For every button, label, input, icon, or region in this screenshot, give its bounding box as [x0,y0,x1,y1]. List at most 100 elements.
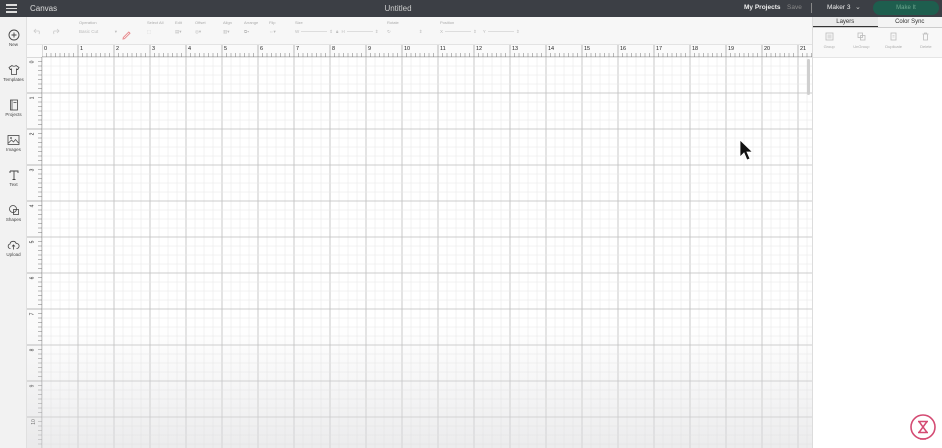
vertical-scrollbar[interactable] [807,59,810,95]
size-stepper[interactable]: ⇕ [375,29,379,35]
sidebar-item-upload[interactable]: Upload [0,239,27,257]
trash-icon [922,32,929,41]
rotate-stepper[interactable]: ⇕ [419,29,423,35]
delete-label: Delete [920,44,932,49]
pen-icon [122,31,131,40]
size-w-input[interactable] [301,31,328,32]
offset-label: Offset [195,20,206,25]
mouse-pointer-icon [739,139,752,161]
left-sidebar: New Templates Projects Images Text Shape… [0,17,27,448]
sidebar-item-label: Projects [5,112,22,117]
tab-layers[interactable]: Layers [813,17,878,27]
size-stepper[interactable]: ⇕ [329,29,333,35]
group-label: Group [823,44,835,49]
size-w-label: W [295,29,300,34]
position-y-input[interactable] [487,31,514,32]
book-icon [9,99,18,111]
operation-group: Operation Basic Cut ▾ [79,20,117,36]
horizontal-ruler: 0 1 2 3 4 5 6 7 8 9 10 11 12 13 14 15 16 17 18 19 20 21 [42,45,812,57]
chevron-down-icon[interactable]: ⌄ [855,3,861,11]
sidebar-item-label: Templates [3,77,24,82]
arrange-group: Arrange ⧉▾ [244,20,258,36]
redo-icon[interactable] [50,27,61,35]
rotate-field[interactable]: ↻ ⇕ [387,27,423,36]
make-it-button[interactable]: Make It [873,1,939,15]
align-label: Align [223,20,232,25]
rotate-label: Rotate [387,20,399,25]
size-fields: W ⇕ 🔒︎ H ⇕ [295,27,378,36]
sidebar-item-label: Upload [6,252,21,257]
operation-value: Basic Cut [79,29,99,34]
sidebar-item-templates[interactable]: Templates [0,64,27,82]
image-icon [7,135,20,145]
divider [811,3,812,13]
flip-label: Flip [269,20,276,25]
undo-icon[interactable] [33,27,43,35]
position-label: Position [440,20,455,25]
offset-button[interactable]: ◎▾ [195,27,206,36]
position-x-label: X [440,29,444,34]
ungroup-button[interactable]: UnGroup [845,28,877,57]
edit-group: Edit ▤▾ [175,20,182,36]
design-canvas[interactable]: 0 1 2 3 4 5 6 7 8 9 10 11 12 13 14 15 16 17 18 19 20 21 01234… [27,45,812,448]
edit-dropdown[interactable]: ▤▾ [175,27,182,36]
ungroup-label: UnGroup [853,44,870,49]
size-h-input[interactable] [346,31,373,32]
edit-toolbar: Operation Basic Cut ▾ Select All ⬚ Edit … [27,17,812,45]
operation-select[interactable]: Basic Cut ▾ [79,27,117,36]
sidebar-item-text[interactable]: Text [0,169,27,187]
sidebar-item-label: New [8,42,18,47]
vertical-ruler: 0 1 2 3 4 5 6 7 8 9 10 [27,57,42,448]
align-group: Align ▥▾ [223,20,232,36]
sidebar-item-new[interactable]: New [0,29,27,47]
my-projects-link[interactable]: My Projects [744,4,781,11]
sidebar-item-label: Shapes [5,217,22,222]
arrange-dropdown[interactable]: ⧉▾ [244,27,258,36]
duplicate-button[interactable]: Duplicate [878,28,910,57]
size-group: Size W ⇕ 🔒︎ H ⇕ [295,20,378,36]
pen-color-swatch[interactable] [122,27,131,45]
delete-button[interactable]: Delete [910,28,942,57]
top-bar: Canvas Untitled My Projects Save Maker 3… [0,0,942,17]
edit-label: Edit [175,20,182,25]
position-stepper[interactable]: ⇕ [516,29,520,35]
position-group: Position X ⇕ Y ⇕ [440,20,520,36]
ruler-corner [27,45,42,57]
plus-circle-icon [8,29,19,41]
flip-dropdown[interactable]: ⇔▾ [269,27,276,36]
sidebar-item-shapes[interactable]: Shapes [0,204,27,222]
upload-cloud-icon [7,240,20,250]
sidebar-item-label: Images [6,147,21,152]
right-panel: Layers Color Sync Group UnGroup Duplicat… [812,17,942,448]
document-title[interactable]: Untitled [0,4,796,13]
tab-color-sync[interactable]: Color Sync [878,17,942,27]
group-icon [825,32,834,41]
arrange-label: Arrange [244,20,259,25]
duplicate-label: Duplicate [885,44,902,49]
size-label: Size [295,20,303,25]
save-button[interactable]: Save [787,4,802,11]
sidebar-item-label: Text [9,182,18,187]
position-y-label: Y [482,29,486,34]
group-button[interactable]: Group [813,28,845,57]
layer-actions: Group UnGroup Duplicate Delete [813,28,942,58]
size-h-label: H [341,29,345,34]
operation-label: Operation [79,20,97,25]
sidebar-item-projects[interactable]: Projects [0,99,27,117]
flip-group: Flip ⇔▾ [269,20,276,36]
select-all-group: Select All ⬚ [147,20,163,36]
shapes-icon [8,205,19,215]
ungroup-icon [857,32,866,41]
canvas-grid [42,57,812,448]
rotate-group: Rotate ↻ ⇕ [387,20,423,36]
position-stepper[interactable]: ⇕ [473,29,477,35]
align-dropdown[interactable]: ▥▾ [223,27,232,36]
machine-select[interactable]: Maker 3 [827,4,850,11]
lock-icon[interactable]: 🔒︎ [336,29,338,34]
position-x-input[interactable] [445,31,472,32]
sidebar-item-images[interactable]: Images [0,134,27,152]
undo-redo [33,20,61,40]
rotate-icon: ↻ [387,28,391,34]
select-all-button[interactable]: ⬚ [147,27,163,36]
chevron-down-icon: ▾ [114,28,117,34]
